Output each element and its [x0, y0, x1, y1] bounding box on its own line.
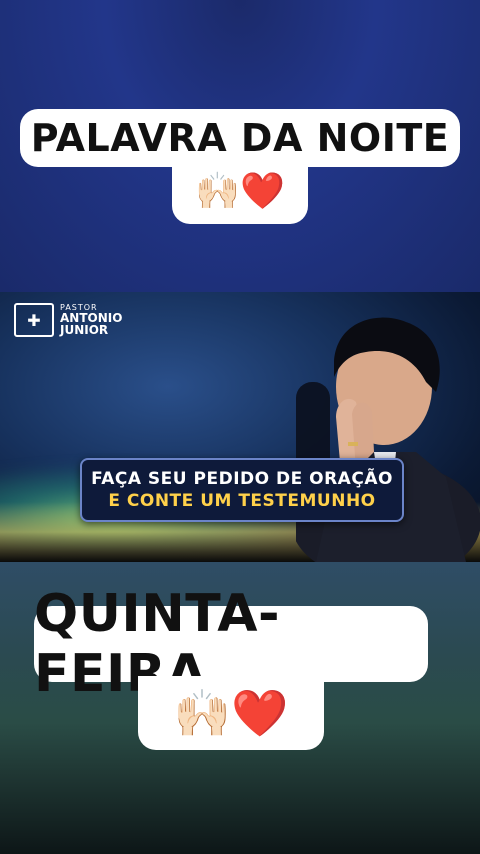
cta-line1: FAÇA SEU PEDIDO DE ORAÇÃO: [91, 469, 393, 489]
logo-icon: ✚: [14, 303, 54, 337]
top-title: PALAVRA DA NOITE: [30, 116, 450, 160]
bottom-title-pill: QUINTA-FEIRA: [34, 584, 428, 704]
pastor-praying-image: [296, 317, 480, 562]
prayer-request-cta[interactable]: FAÇA SEU PEDIDO DE ORAÇÃO E CONTE UM TES…: [80, 458, 404, 522]
heart-icon: ❤️: [240, 171, 285, 212]
top-emoji-pill: 🙌🏻 ❤️: [172, 160, 308, 224]
pastor-logo: ✚ PASTOR ANTONIO JUNIOR: [14, 302, 154, 338]
logo-line3: JUNIOR: [60, 323, 109, 337]
bottom-emoji-pill: 🙌🏻 ❤️: [138, 676, 324, 750]
heart-icon: ❤️: [231, 686, 289, 740]
top-title-pill: PALAVRA DA NOITE: [20, 109, 460, 167]
cta-line2: E CONTE UM TESTEMUNHO: [108, 491, 376, 511]
video-banner[interactable]: ✚ PASTOR ANTONIO JUNIOR FAÇA SEU PEDIDO …: [0, 292, 480, 562]
praying-hands-icon: 🙌🏻: [173, 686, 231, 740]
praying-hands-icon: 🙌🏻: [195, 171, 240, 212]
